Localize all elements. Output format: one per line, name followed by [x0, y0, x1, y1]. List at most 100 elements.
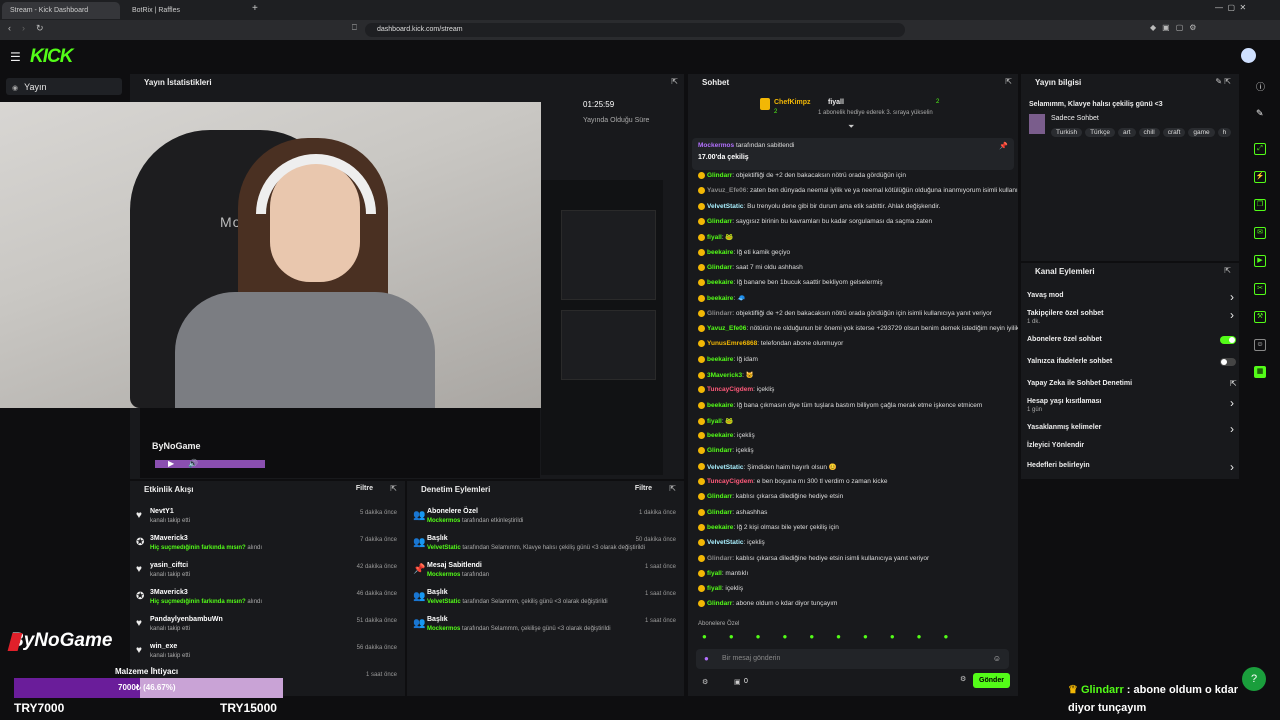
mic-icon[interactable]: ●	[704, 654, 709, 663]
chat-username[interactable]: Glindarr	[707, 172, 732, 179]
leader-name[interactable]: ChefKimpz	[774, 99, 811, 106]
moderator-name[interactable]: Mockermos	[427, 518, 460, 524]
moderation-row[interactable]: 👥 Abonelere Özel Mockermos tarafından etki…	[407, 505, 684, 532]
emote-bar[interactable]: ●●●●●●●●●●	[702, 632, 1012, 644]
tag-chip[interactable]: craft	[1162, 128, 1186, 137]
chat-message[interactable]: TuncayCigdem: e ben boşuna mı 300 tl ver…	[688, 478, 1018, 485]
activity-row[interactable]: ♥ NevtY1 kanalı takip etti 5 dakika önce	[130, 505, 405, 532]
chat-message[interactable]: beekaire: lğ idam	[688, 355, 1018, 363]
people-icon[interactable]: ☺	[1254, 339, 1266, 351]
chat-message[interactable]: Glindarr: objektifliği de +2 den bakacak…	[688, 309, 1018, 317]
chat-message[interactable]: Glindarr: objektifliği de +2 den bakacak…	[688, 172, 1018, 179]
channel-action-label[interactable]: Hesap yaşı kısıtlaması	[1027, 398, 1101, 405]
settings-icon[interactable]: ⚙	[702, 678, 708, 686]
activity-row[interactable]: ✪ 3Maverick3 Hiç suçmedığinin farkında mıs…	[130, 532, 405, 559]
chat-username[interactable]: Glindarr	[707, 494, 732, 501]
chat-message[interactable]: VelvetStatic: Bu trenyolu dene gibi bir …	[688, 202, 1018, 210]
channel-action-label[interactable]: İzleyici Yönlendir	[1027, 442, 1084, 449]
tag-chip[interactable]: art	[1117, 128, 1136, 137]
chat-username[interactable]: YunusEmre6868	[707, 341, 757, 348]
chat-username[interactable]: Yavuz_Efe06	[707, 325, 746, 332]
info-icon[interactable]: ⓘ	[1256, 80, 1265, 93]
chat-message[interactable]: Yavuz_Efe06: nötürün ne olduğunun bir ön…	[688, 325, 1018, 332]
filter-button[interactable]: Filtre	[356, 485, 373, 492]
chat-username[interactable]: TuncayCigdem	[707, 386, 753, 393]
channel-action-label[interactable]: Yalnızca ifadelerle sohbet	[1027, 358, 1112, 365]
moderator-name[interactable]: VelvetStatic	[427, 545, 461, 551]
chat-username[interactable]: VelvetStatic	[707, 539, 744, 546]
moderator-name[interactable]: Mockermos	[427, 572, 460, 578]
pinned-message[interactable]: Mockermos tarafından sabitlendi 17.00'da…	[692, 138, 1014, 170]
tools-icon[interactable]: ✂	[1254, 283, 1266, 295]
sidebar-item-yayin[interactable]: ◉ Yayın	[6, 78, 122, 95]
extensions-icon[interactable]: ◆▣▢⚙	[1150, 23, 1202, 32]
chat-username[interactable]: Glindarr	[707, 310, 732, 317]
moderation-row[interactable]: 👥 Başlık Mockermos tarafından Selammm, çek…	[407, 613, 684, 640]
chat-username[interactable]: Glindarr	[707, 555, 732, 562]
moderation-row[interactable]: 👥 Başlık VelvetStatic tarafından Selammm, …	[407, 586, 684, 613]
activity-row[interactable]: ♥ win_exe kanalı takip etti 56 dakika önce	[130, 640, 405, 667]
filter-button[interactable]: Filtre	[635, 485, 652, 492]
chat-username[interactable]: VelvetStatic	[707, 203, 744, 210]
chat-username[interactable]: beekaire	[707, 524, 733, 531]
moderator-name[interactable]: VelvetStatic	[427, 599, 461, 605]
chat-message[interactable]: VelvetStatic: içekliş	[688, 539, 1018, 546]
chevron-right-icon[interactable]: ›	[1230, 460, 1234, 474]
chat-message[interactable]: Glindarr: abone oldum o kdar diyor tunça…	[688, 600, 1018, 608]
channel-action-label[interactable]: Yasaklanmış kelimeler	[1027, 424, 1101, 431]
chat-message[interactable]: VelvetStatic: Şimdiden haim hayırlı olsu…	[688, 463, 1018, 471]
chat-username[interactable]: Glindarr	[707, 218, 732, 225]
chat-message[interactable]: beekaire: lğ 2 kişi olması bile yeter çe…	[688, 523, 1018, 531]
chat-username[interactable]: Glindarr	[707, 601, 732, 608]
activity-row[interactable]: ✪ 3Maverick3 Hiç suçmedığinin farkında mıs…	[130, 586, 405, 613]
activity-user[interactable]: NevtY1	[150, 508, 174, 515]
chat-username[interactable]: beekaire	[707, 432, 733, 439]
chat-message[interactable]: Glindarr: içekliş	[688, 447, 1018, 455]
emoji-icon[interactable]: ☺	[993, 654, 1001, 663]
moderator-name[interactable]: Mockermos	[427, 626, 460, 632]
chat-message[interactable]: beekaire: lğ bana çıkmasın diye tüm tuşl…	[688, 401, 1018, 409]
gear-icon[interactable]: ⚙	[960, 675, 966, 683]
chat-username[interactable]: fiyall	[707, 585, 722, 592]
activity-user[interactable]: 3Maverick3	[150, 535, 188, 542]
chat-message[interactable]: beekaire: içekliş	[688, 432, 1018, 439]
chat-message[interactable]: Glindarr: kablısı çıkarsa dilediğine hed…	[688, 554, 1018, 562]
chat-username[interactable]: Glindarr	[707, 264, 732, 271]
chat-username[interactable]: fiyall	[707, 570, 722, 577]
chevron-right-icon[interactable]: ›	[1230, 396, 1234, 410]
chat-username[interactable]: beekaire	[707, 402, 733, 409]
copy-icon[interactable]: ❐	[1254, 199, 1266, 211]
chat-username[interactable]: beekaire	[707, 356, 733, 363]
external-link-icon[interactable]: ⇱	[1230, 379, 1237, 388]
chat-username[interactable]: beekaire	[707, 295, 733, 302]
tag-chip[interactable]: Türkçe	[1085, 128, 1115, 137]
chat-message[interactable]: Yavuz_Efe06: zaten ben dünyada neemal iy…	[688, 187, 1018, 195]
send-button[interactable]: Gönder	[973, 673, 1010, 688]
chat-username[interactable]: Glindarr	[707, 509, 732, 516]
pin-icon[interactable]: 📌	[999, 142, 1008, 150]
avatar[interactable]	[1241, 48, 1256, 63]
layout-icon[interactable]: ▦	[1254, 366, 1266, 378]
chat-message[interactable]: fiyall: 🐸	[688, 417, 1018, 425]
chat-username[interactable]: fiyall	[707, 234, 722, 241]
channel-action-label[interactable]: Takipçilere özel sohbet	[1027, 310, 1104, 317]
expand-icon[interactable]: ⤢	[1254, 143, 1266, 155]
browser-tab-kick[interactable]: Stream - Kick Dashboard	[2, 2, 120, 19]
activity-user[interactable]: PandaylyenbambuWn	[150, 616, 223, 623]
activity-row[interactable]: ♥ yasin_ciftci kanalı takip etti 42 dakika …	[130, 559, 405, 586]
popout-icon[interactable]: ⇱	[1005, 77, 1012, 86]
chat-message[interactable]: YunusEmre6868: telefondan abone olunmuyo…	[688, 340, 1018, 348]
new-tab-icon[interactable]: +	[252, 3, 258, 14]
moderation-row[interactable]: 📌 Mesaj Sabitlendi Mockermos tarafından 1 s…	[407, 559, 684, 586]
leader-name[interactable]: fiyall	[828, 99, 844, 106]
channel-action-label[interactable]: Hedefleri belirleyin	[1027, 462, 1090, 469]
stream-video[interactable]: Mock	[0, 102, 541, 408]
tag-chip[interactable]: Turkish	[1051, 128, 1083, 137]
chat-username[interactable]: 3Maverick3	[707, 372, 742, 379]
popout-icon[interactable]: ⇱	[671, 77, 678, 86]
forward-icon[interactable]: ›	[22, 23, 25, 33]
activity-user[interactable]: 3Maverick3	[150, 589, 188, 596]
chat-username[interactable]: Glindarr	[707, 448, 732, 455]
channel-action-label[interactable]: Yapay Zeka ile Sohbet Denetimi	[1027, 380, 1132, 387]
chat-input[interactable]: ● Bir mesaj gönderin ☺	[696, 649, 1009, 669]
